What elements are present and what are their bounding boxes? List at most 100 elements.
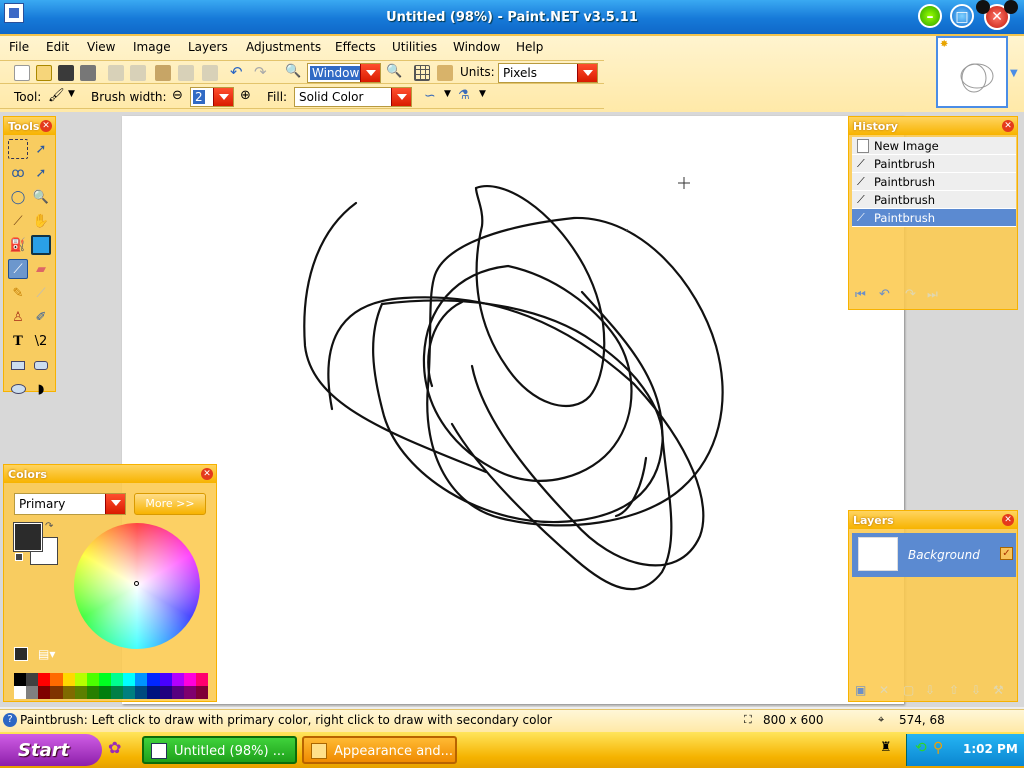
menu-layers[interactable]: Layers bbox=[188, 40, 228, 54]
ellipse-tool-icon[interactable] bbox=[8, 379, 28, 399]
fill-select[interactable]: Solid Color bbox=[294, 87, 412, 107]
brush-width-increase-icon[interactable]: ⊕ bbox=[240, 88, 251, 103]
zoom-out-icon[interactable]: 🔍 bbox=[285, 65, 301, 81]
menu-effects[interactable]: Effects bbox=[335, 40, 376, 54]
history-item-paintbrush[interactable]: ⟋ Paintbrush bbox=[852, 155, 1016, 173]
rounded-rectangle-tool-icon[interactable] bbox=[31, 355, 51, 375]
brush-width-dropdown-arrow[interactable] bbox=[213, 88, 233, 106]
text-tool-icon[interactable]: T bbox=[8, 331, 28, 351]
layer-visibility-checkbox[interactable]: ✓ bbox=[1000, 547, 1013, 560]
color-picker-tool-icon[interactable]: ⟋ bbox=[31, 283, 51, 303]
clone-stamp-tool-icon[interactable]: ♙ bbox=[8, 307, 28, 327]
history-item-new-image[interactable]: New Image bbox=[852, 137, 1016, 155]
start-button[interactable]: Start bbox=[0, 734, 102, 766]
rulers-icon[interactable] bbox=[437, 65, 453, 81]
line-curve-tool-icon[interactable]: \2 bbox=[31, 331, 51, 351]
paintbrush-tool-icon-active[interactable]: ⟋ bbox=[8, 259, 28, 279]
grid-icon[interactable] bbox=[414, 65, 430, 81]
units-dropdown-arrow[interactable] bbox=[577, 64, 597, 82]
menu-adjustments[interactable]: Adjustments bbox=[246, 40, 321, 54]
quick-launch-icon[interactable]: ✿ bbox=[108, 738, 121, 757]
taskbar-item-appearance[interactable]: Appearance and... bbox=[302, 736, 457, 764]
palette-menu-icon[interactable]: ▤▾ bbox=[38, 647, 55, 661]
cut-icon[interactable] bbox=[108, 65, 124, 81]
minimize-button[interactable]: – bbox=[918, 4, 942, 28]
taskbar-item-paintnet[interactable]: Untitled (98%) ... bbox=[142, 736, 297, 764]
history-redo-icon[interactable]: ↷ bbox=[905, 287, 916, 302]
brush-width-decrease-icon[interactable]: ⊖ bbox=[172, 88, 183, 103]
close-button[interactable]: ✕ bbox=[976, 0, 1018, 30]
swap-colors-icon[interactable]: ↷ bbox=[45, 521, 53, 532]
history-undo-icon[interactable]: ↶ bbox=[879, 287, 890, 302]
color-mode-dropdown-arrow[interactable] bbox=[105, 494, 125, 514]
menu-view[interactable]: View bbox=[87, 40, 115, 54]
color-palette[interactable] bbox=[14, 673, 208, 699]
paste-icon[interactable] bbox=[155, 65, 171, 81]
duplicate-layer-icon[interactable]: ▢ bbox=[903, 683, 914, 697]
move-layer-down-icon[interactable]: ⇩ bbox=[971, 683, 981, 697]
tray-hardware-icon[interactable]: ♜ bbox=[880, 740, 892, 755]
move-selection-tool-icon[interactable]: ➚ bbox=[31, 163, 51, 183]
fast-forward-icon[interactable]: ⏭ bbox=[927, 287, 938, 302]
fill-dropdown-arrow[interactable] bbox=[391, 88, 411, 106]
lasso-select-tool-icon[interactable]: ꝏ bbox=[8, 163, 28, 183]
ellipse-select-tool-icon[interactable]: ◯ bbox=[8, 187, 28, 207]
layer-properties-icon[interactable]: ⚒ bbox=[993, 683, 1004, 697]
menu-window[interactable]: Window bbox=[453, 40, 500, 54]
zoom-select[interactable]: Window bbox=[307, 63, 381, 83]
zoom-dropdown-arrow[interactable] bbox=[360, 64, 380, 82]
more-colors-button[interactable]: More >> bbox=[134, 493, 206, 515]
reset-colors-icon[interactable] bbox=[15, 553, 23, 561]
menu-utilities[interactable]: Utilities bbox=[392, 40, 437, 54]
layer-row-background[interactable]: Background ✓ bbox=[852, 533, 1016, 577]
paintbrush-tool-icon[interactable]: 🖌 bbox=[48, 89, 65, 105]
history-panel-close-icon[interactable]: ✕ bbox=[1002, 120, 1014, 132]
copy-icon[interactable] bbox=[130, 65, 146, 81]
freeform-shape-tool-icon[interactable]: ◗ bbox=[31, 379, 51, 399]
tool-chevron-down-icon[interactable]: ▼ bbox=[68, 89, 75, 99]
units-select[interactable]: Pixels bbox=[498, 63, 598, 83]
gradient-tool-icon[interactable] bbox=[31, 235, 51, 255]
magic-wand-tool-icon[interactable]: ⟋ bbox=[8, 211, 28, 231]
add-layer-icon[interactable]: ▣ bbox=[855, 683, 866, 697]
open-icon[interactable] bbox=[36, 65, 52, 81]
undo-icon[interactable]: ↶ bbox=[230, 65, 246, 81]
menu-file[interactable]: File bbox=[9, 40, 29, 54]
pencil-tool-icon[interactable]: ✎ bbox=[8, 283, 28, 303]
history-item-paintbrush[interactable]: ⟋ Paintbrush bbox=[852, 191, 1016, 209]
recolor-tool-icon[interactable]: ✐ bbox=[31, 307, 51, 327]
colors-panel-close-icon[interactable]: ✕ bbox=[201, 468, 213, 480]
color-wheel[interactable] bbox=[74, 523, 200, 649]
antialiasing-chevron-down-icon[interactable]: ▼ bbox=[444, 89, 451, 99]
rewind-icon[interactable]: ⏮ bbox=[855, 287, 866, 302]
blend-mode-chevron-down-icon[interactable]: ▼ bbox=[479, 89, 486, 99]
brush-width-select[interactable]: 2 bbox=[190, 87, 234, 107]
menu-edit[interactable]: Edit bbox=[46, 40, 69, 54]
color-mode-select[interactable]: Primary bbox=[14, 493, 126, 515]
move-layer-up-icon[interactable]: ⇧ bbox=[949, 683, 959, 697]
primary-color-swatch[interactable] bbox=[13, 522, 43, 552]
merge-layer-icon[interactable]: ⇩ bbox=[925, 683, 935, 697]
maximize-button[interactable]: □ bbox=[950, 4, 974, 28]
history-item-paintbrush-selected[interactable]: ⟋ Paintbrush bbox=[852, 209, 1016, 227]
rectangle-tool-icon[interactable] bbox=[8, 355, 28, 375]
tray-search-icon[interactable]: ⚲ bbox=[933, 740, 943, 756]
zoom-tool-icon[interactable]: 🔍 bbox=[31, 187, 51, 207]
new-image-icon[interactable] bbox=[14, 65, 30, 81]
menu-help[interactable]: Help bbox=[516, 40, 543, 54]
save-icon[interactable] bbox=[58, 65, 74, 81]
image-thumbnail[interactable]: ✸ bbox=[936, 36, 1008, 108]
redo-icon[interactable]: ↷ bbox=[254, 65, 270, 81]
blend-mode-icon[interactable]: ⚗ bbox=[458, 89, 474, 105]
eraser-tool-icon[interactable]: ▰ bbox=[31, 259, 51, 279]
image-canvas[interactable] bbox=[122, 116, 904, 704]
history-item-paintbrush[interactable]: ⟋ Paintbrush bbox=[852, 173, 1016, 191]
rectangle-select-tool-icon[interactable] bbox=[8, 139, 28, 159]
thumbnail-scroll-down-icon[interactable]: ▼ bbox=[1010, 68, 1018, 79]
crop-to-selection-icon[interactable] bbox=[178, 65, 194, 81]
deselect-icon[interactable] bbox=[202, 65, 218, 81]
paint-bucket-tool-icon[interactable]: ⛽ bbox=[8, 235, 28, 255]
layers-panel-close-icon[interactable]: ✕ bbox=[1002, 514, 1014, 526]
zoom-in-icon[interactable]: 🔍 bbox=[386, 65, 402, 81]
menu-image[interactable]: Image bbox=[133, 40, 171, 54]
